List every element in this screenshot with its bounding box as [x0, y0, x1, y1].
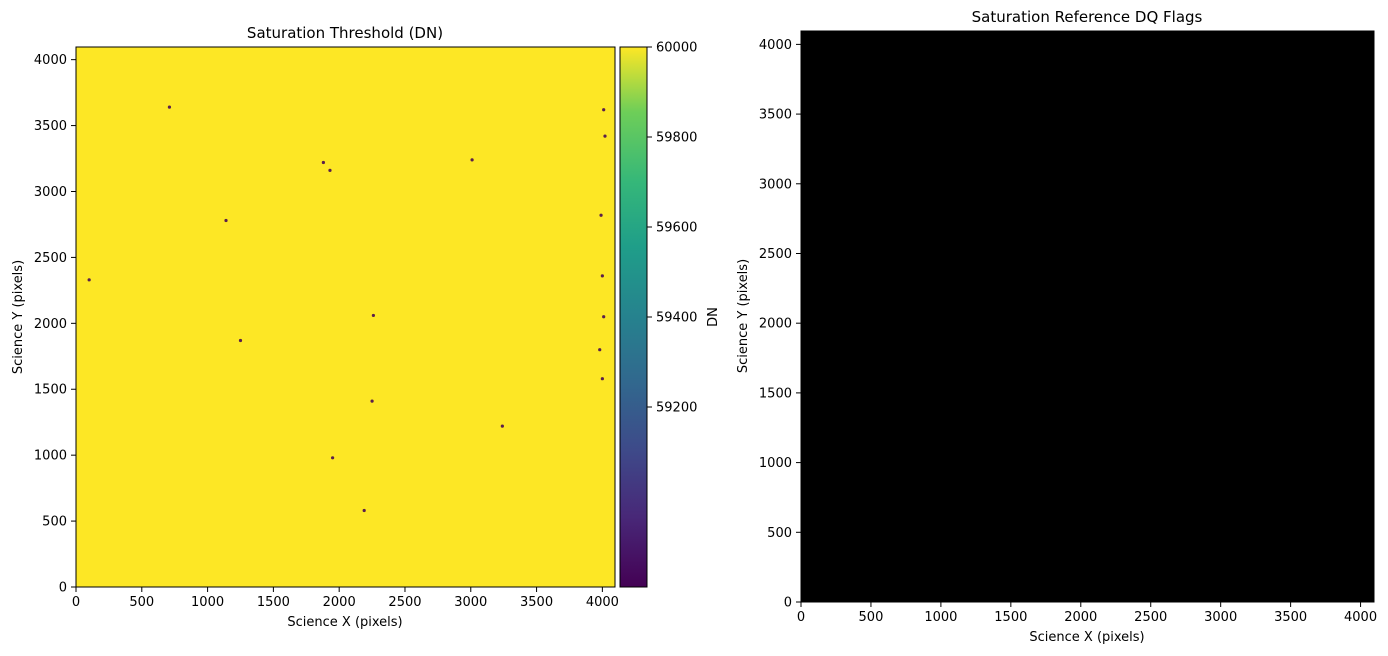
threshold-feature-speck [600, 377, 604, 381]
threshold-ytick-label: 4000 [34, 53, 67, 68]
colorbar-label: DN [706, 307, 721, 327]
threshold-ytick-label: 0 [59, 581, 67, 596]
threshold-xtick-label: 0 [72, 595, 80, 610]
colorbar-tick-label: 60000 [656, 41, 697, 56]
dq-xtick-label: 2000 [1064, 610, 1097, 625]
colorbar-tick-label: 59200 [656, 401, 697, 416]
threshold-feature-speck [362, 508, 366, 513]
colorbar-tick-label: 59600 [656, 221, 697, 236]
threshold-feature-speck [602, 315, 606, 319]
threshold-ytick-label: 2500 [34, 251, 67, 266]
threshold-xlabel: Science X (pixels) [287, 615, 402, 630]
threshold-x-axis: 0 500 1000 1500 2000 2500 3000 3500 4000 [72, 587, 619, 610]
colorbar-gradient [620, 47, 647, 587]
dq-xtick-label: 500 [859, 610, 884, 625]
threshold-feature-speck [603, 134, 607, 138]
threshold-ytick-label: 500 [42, 515, 67, 530]
dq-panel: Saturation Reference DQ Flags 0 500 1000 15… [736, 8, 1377, 645]
threshold-feature-speck [331, 456, 335, 460]
dq-ytick-label: 0 [784, 596, 792, 611]
threshold-feature-speck [371, 313, 375, 318]
threshold-xtick-label: 1000 [191, 595, 224, 610]
dq-ytick-label: 2000 [759, 317, 792, 332]
threshold-xtick-label: 3000 [454, 595, 487, 610]
dq-xtick-label: 1500 [994, 610, 1027, 625]
threshold-feature-speck [167, 105, 172, 109]
threshold-feature-speck [598, 348, 602, 352]
dq-image [801, 31, 1374, 602]
threshold-feature-speck [321, 160, 325, 165]
threshold-panel: Saturation Threshold (DN) 0 500 1000 1500 20… [11, 24, 721, 630]
dq-xtick-label: 0 [797, 610, 805, 625]
threshold-xtick-label: 2000 [323, 595, 356, 610]
threshold-feature-speck [600, 274, 604, 278]
dq-ytick-label: 3000 [759, 177, 792, 192]
dq-title: Saturation Reference DQ Flags [972, 8, 1203, 26]
threshold-ytick-label: 1500 [34, 383, 67, 398]
threshold-image [76, 47, 615, 587]
threshold-xtick-label: 1500 [257, 595, 290, 610]
dq-xtick-label: 2500 [1134, 610, 1167, 625]
threshold-xtick-label: 500 [129, 595, 154, 610]
threshold-ytick-label: 3000 [34, 185, 67, 200]
dq-x-axis: 0 500 1000 1500 2000 2500 3000 3500 4000 [797, 602, 1377, 625]
threshold-feature-speck [238, 338, 243, 343]
colorbar-tick-label: 59400 [656, 311, 697, 326]
threshold-ytick-label: 3500 [34, 119, 67, 134]
threshold-feature-speck [599, 213, 603, 217]
threshold-ytick-label: 1000 [34, 449, 67, 464]
dq-xlabel: Science X (pixels) [1029, 630, 1144, 645]
threshold-xtick-label: 2500 [388, 595, 421, 610]
threshold-feature-speck [328, 168, 332, 172]
dq-ytick-label: 1000 [759, 456, 792, 471]
figure: Saturation Threshold (DN) 0 500 1000 1500 20… [11, 8, 1377, 645]
threshold-feature-speck [500, 424, 504, 428]
threshold-feature-speck [87, 278, 91, 282]
dq-ylabel: Science Y (pixels) [736, 259, 751, 373]
threshold-title: Saturation Threshold (DN) [247, 24, 443, 42]
threshold-y-axis: 0 500 1000 1500 2000 2500 3000 3500 4000 [34, 53, 76, 596]
dq-xtick-label: 3000 [1204, 610, 1237, 625]
dq-ytick-label: 3500 [759, 108, 792, 123]
colorbar-ticks: 59200 59400 59600 59800 60000 [647, 41, 697, 416]
threshold-ylabel: Science Y (pixels) [11, 260, 26, 374]
threshold-ytick-label: 2000 [34, 317, 67, 332]
dq-ytick-label: 1500 [759, 386, 792, 401]
dq-xtick-label: 4000 [1344, 610, 1377, 625]
threshold-feature-speck [224, 218, 228, 223]
threshold-feature-speck [370, 399, 374, 403]
colorbar: 59200 59400 59600 59800 60000 DN [619, 41, 721, 588]
threshold-xtick-label: 4000 [586, 595, 619, 610]
colorbar-tick-label: 59800 [656, 131, 697, 146]
dq-ytick-label: 2500 [759, 247, 792, 262]
threshold-xtick-label: 3500 [520, 595, 553, 610]
dq-y-axis: 0 500 1000 1500 2000 2500 3000 3500 4000 [759, 38, 801, 611]
dq-ytick-label: 500 [767, 526, 792, 541]
threshold-feature-speck [602, 108, 606, 112]
dq-ytick-label: 4000 [759, 38, 792, 53]
dq-xtick-label: 1000 [924, 610, 957, 625]
dq-xtick-label: 3500 [1274, 610, 1307, 625]
threshold-feature-speck [470, 158, 474, 162]
